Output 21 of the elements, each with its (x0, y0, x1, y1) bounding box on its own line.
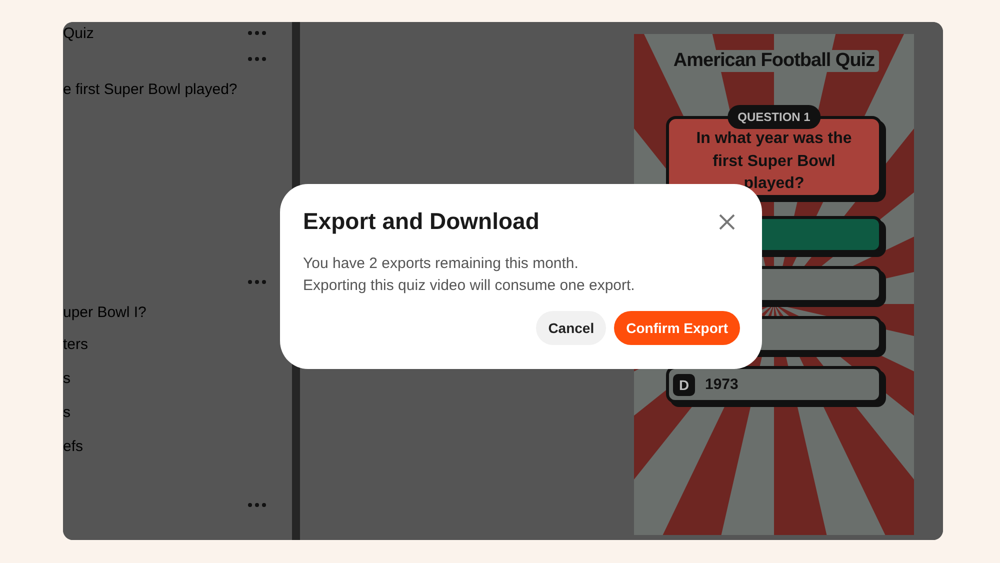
confirm-button[interactable]: Confirm Export (614, 311, 740, 345)
answer-text: 1973 (705, 376, 738, 393)
answer-letter: D (673, 374, 695, 396)
question-text[interactable]: uper Bowl I? (63, 304, 146, 320)
more-icon[interactable] (248, 503, 266, 507)
dialog-message: Exporting this quiz video will consume one export. (303, 277, 636, 294)
more-icon[interactable] (248, 57, 266, 61)
sidebar-title: Quiz (63, 24, 94, 42)
answer-text[interactable]: efs (63, 438, 84, 454)
answer-text[interactable]: s (63, 370, 70, 386)
close-icon[interactable] (718, 212, 736, 230)
cancel-button[interactable]: Cancel (536, 311, 606, 345)
dialog-message: You have 2 exports remaining this month. (303, 255, 580, 272)
question-label: QUESTION 1 (728, 105, 820, 129)
more-icon[interactable] (248, 280, 266, 284)
more-icon[interactable] (248, 31, 266, 35)
question-text[interactable]: e first Super Bowl played? (63, 80, 238, 98)
answer-text[interactable]: ters (63, 336, 88, 352)
answer-text[interactable]: s (63, 404, 70, 420)
question-text: In what year was the first Super Bowl played? (695, 129, 853, 194)
dialog-title: Export and Download (303, 208, 540, 235)
